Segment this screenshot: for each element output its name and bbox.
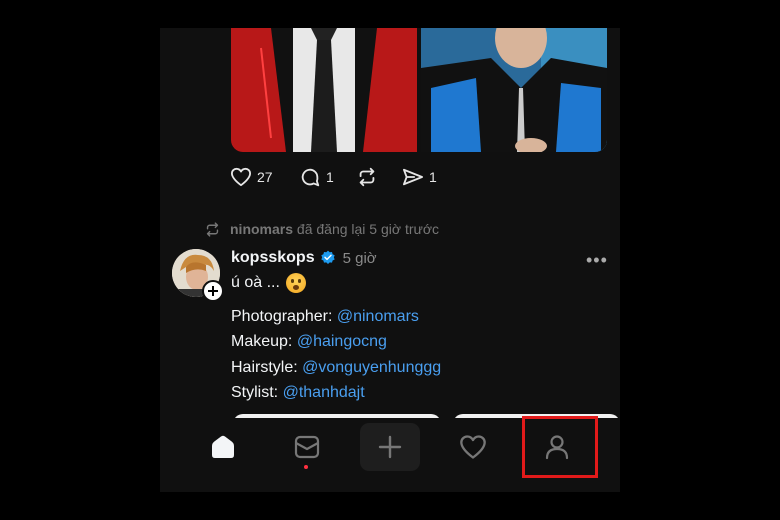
comment-icon	[301, 168, 320, 187]
share-count: 1	[429, 169, 437, 185]
credit-line: Stylist: @thanhdajt	[231, 384, 365, 402]
verified-badge-icon	[320, 250, 335, 264]
like-button[interactable]: 27	[230, 165, 273, 189]
nav-activity[interactable]	[443, 421, 503, 473]
highlight-box	[522, 416, 598, 478]
heart-icon	[460, 435, 486, 459]
post-time: 5 giờ	[342, 249, 377, 267]
repost-button[interactable]	[356, 165, 378, 189]
plus-icon	[208, 286, 218, 296]
username[interactable]: kopsskops	[231, 249, 315, 267]
nav-home[interactable]	[193, 421, 253, 473]
repost-icon	[206, 221, 219, 237]
credit-role: Stylist:	[231, 384, 279, 401]
like-count: 27	[257, 169, 273, 185]
post-text: ú oà ...	[231, 273, 306, 293]
post-header: kopsskops 5 giờ	[231, 247, 377, 269]
post-caption: ú oà ...	[231, 274, 280, 291]
credit-line: Photographer: @ninomars	[231, 308, 419, 326]
reposter-name[interactable]: ninomars	[230, 221, 293, 237]
credit-line: Makeup: @haingocng	[231, 333, 387, 351]
home-icon	[212, 435, 234, 458]
nav-compose[interactable]	[360, 423, 420, 471]
reply-button[interactable]: 1	[299, 165, 334, 189]
credit-role: Hairstyle:	[231, 359, 298, 376]
notification-dot	[304, 465, 308, 469]
repost-icon	[359, 167, 375, 187]
follow-button[interactable]	[202, 280, 224, 302]
more-options-button[interactable]: •••	[586, 250, 608, 271]
mention-link[interactable]: @vonguyenhunggg	[302, 359, 441, 376]
inbox-icon	[294, 435, 320, 459]
share-button[interactable]: 1	[402, 165, 437, 189]
mention-link[interactable]: @ninomars	[337, 308, 419, 325]
send-icon	[402, 168, 423, 186]
repost-text: đã đăng lại 5 giờ trước	[296, 221, 440, 237]
repost-notice: ninomars đã đăng lại 5 giờ trước	[204, 220, 439, 238]
credit-line: Hairstyle: @vonguyenhunggg	[231, 359, 441, 377]
reply-count: 1	[326, 169, 334, 185]
credit-role: Makeup:	[231, 333, 293, 350]
credit-role: Photographer:	[231, 308, 333, 325]
plus-icon	[378, 435, 402, 459]
post-image-blue-jacket[interactable]	[421, 28, 607, 152]
heart-icon	[231, 167, 251, 187]
mention-link[interactable]: @thanhdajt	[283, 384, 365, 401]
mention-link[interactable]: @haingocng	[297, 333, 387, 350]
post-image-red-suit[interactable]	[231, 28, 417, 152]
shocked-emoji-icon	[285, 273, 306, 293]
